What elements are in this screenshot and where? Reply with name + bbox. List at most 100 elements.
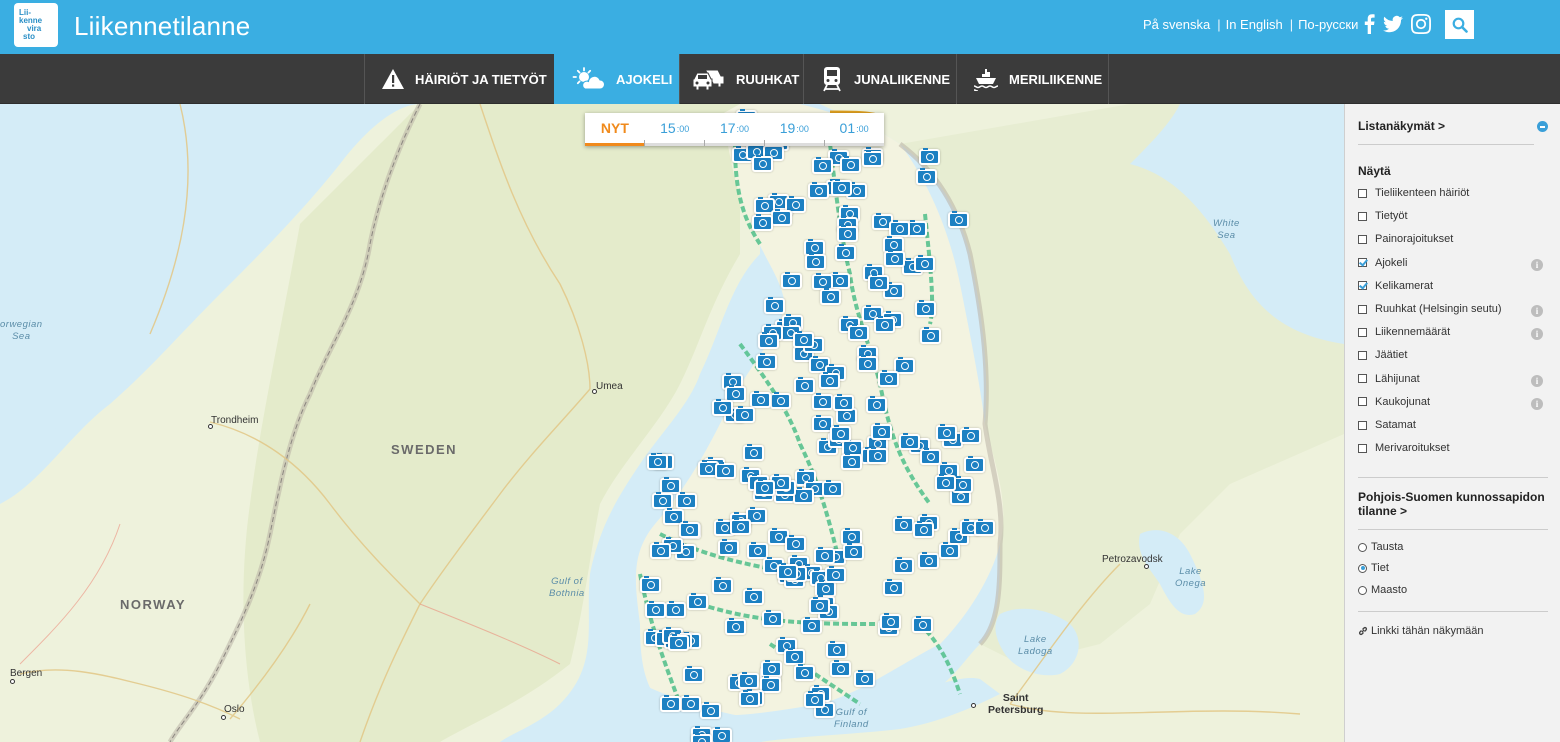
layer-checkbox[interactable] xyxy=(1358,420,1367,430)
camera-icon[interactable] xyxy=(878,370,899,387)
camera-icon[interactable] xyxy=(948,211,969,228)
camera-icon[interactable] xyxy=(960,427,981,444)
lang-swedish-link[interactable]: På svenska xyxy=(1143,17,1210,32)
camera-icon[interactable] xyxy=(687,593,708,610)
camera-icon[interactable] xyxy=(785,535,806,552)
camera-icon[interactable] xyxy=(770,392,791,409)
facebook-icon[interactable] xyxy=(1360,14,1380,34)
maintenance-status-link[interactable]: Pohjois-Suomen kunnossapidon tilanne > xyxy=(1358,490,1545,518)
camera-icon[interactable] xyxy=(843,543,864,560)
camera-icon[interactable] xyxy=(660,695,681,712)
layer-checkbox[interactable] xyxy=(1358,374,1367,384)
layer-checkbox[interactable] xyxy=(1358,211,1367,221)
camera-icon[interactable] xyxy=(801,617,822,634)
camera-icon[interactable] xyxy=(964,456,985,473)
camera-icon[interactable] xyxy=(814,547,835,564)
time-tab-01[interactable]: 01:00 xyxy=(824,113,884,143)
camera-icon[interactable] xyxy=(889,220,910,237)
time-tab-17[interactable]: 17:00 xyxy=(705,113,765,143)
camera-icon[interactable] xyxy=(712,577,733,594)
camera-icon[interactable] xyxy=(822,480,843,497)
camera-icon[interactable] xyxy=(935,474,956,491)
camera-icon[interactable] xyxy=(830,660,851,677)
camera-icon[interactable] xyxy=(660,477,681,494)
lang-english-link[interactable]: In English xyxy=(1226,17,1283,32)
camera-icon[interactable] xyxy=(784,648,805,665)
camera-icon[interactable] xyxy=(826,641,847,658)
nav-tab-disruptions[interactable]: HÄIRIÖT JA TIETYÖT xyxy=(364,54,554,104)
layer-option[interactable]: Lähijunat xyxy=(1358,373,1420,385)
camera-icon[interactable] xyxy=(884,250,905,267)
camera-icon[interactable] xyxy=(752,214,773,231)
layer-option[interactable]: Ajokeli xyxy=(1358,257,1407,269)
camera-icon[interactable] xyxy=(812,273,833,290)
camera-icon[interactable] xyxy=(777,563,798,580)
radio-button[interactable] xyxy=(1358,563,1367,573)
camera-icon[interactable] xyxy=(668,634,689,651)
camera-icon[interactable] xyxy=(830,425,851,442)
layer-option[interactable]: Jäätiet xyxy=(1358,349,1407,361)
layer-checkbox[interactable] xyxy=(1358,443,1367,453)
layer-checkbox[interactable] xyxy=(1358,234,1367,244)
lang-russian-link[interactable]: По-русски xyxy=(1298,17,1358,32)
basemap-option-maasto[interactable]: Maasto xyxy=(1358,584,1407,596)
search-button[interactable] xyxy=(1445,10,1474,39)
camera-icon[interactable] xyxy=(812,157,833,174)
list-views-link[interactable]: Listanäkymät > xyxy=(1358,119,1445,133)
nav-tab-road-weather[interactable]: AJOKELI xyxy=(554,54,679,104)
info-icon[interactable]: i xyxy=(1531,374,1543,387)
camera-icon[interactable] xyxy=(665,601,686,618)
camera-icon[interactable] xyxy=(754,479,775,496)
camera-icon[interactable] xyxy=(880,613,901,630)
nav-tab-trains[interactable]: JUNALIIKENNE xyxy=(803,54,956,104)
camera-icon[interactable] xyxy=(883,579,904,596)
camera-icon[interactable] xyxy=(676,492,697,509)
camera-icon[interactable] xyxy=(793,331,814,348)
layer-checkbox[interactable] xyxy=(1358,327,1367,337)
time-tab-19[interactable]: 19:00 xyxy=(764,113,824,143)
info-icon[interactable]: i xyxy=(1531,305,1543,317)
camera-icon[interactable] xyxy=(893,557,914,574)
camera-icon[interactable] xyxy=(752,155,773,172)
camera-icon[interactable] xyxy=(730,518,751,535)
camera-icon[interactable] xyxy=(781,272,802,289)
layer-option[interactable]: Kaukojunat xyxy=(1358,396,1430,408)
layer-checkbox[interactable] xyxy=(1358,258,1367,268)
camera-icon[interactable] xyxy=(939,542,960,559)
basemap-option-tausta[interactable]: Tausta xyxy=(1358,541,1403,553)
layer-checkbox[interactable] xyxy=(1358,397,1367,407)
camera-icon[interactable] xyxy=(805,253,826,270)
camera-icon[interactable] xyxy=(650,542,671,559)
layer-checkbox[interactable] xyxy=(1358,350,1367,360)
camera-icon[interactable] xyxy=(794,664,815,681)
camera-icon[interactable] xyxy=(841,453,862,470)
camera-icon[interactable] xyxy=(867,447,888,464)
camera-icon[interactable] xyxy=(862,150,883,167)
camera-icon[interactable] xyxy=(743,444,764,461)
camera-icon[interactable] xyxy=(738,672,759,689)
layer-checkbox[interactable] xyxy=(1358,188,1367,198)
camera-icon[interactable] xyxy=(718,539,739,556)
camera-icon[interactable] xyxy=(645,601,666,618)
collapse-icon[interactable] xyxy=(1537,121,1548,132)
camera-icon[interactable] xyxy=(837,225,858,242)
camera-icon[interactable] xyxy=(808,182,829,199)
camera-icon[interactable] xyxy=(652,492,673,509)
layer-option[interactable]: Tieliikenteen häiriöt xyxy=(1358,187,1469,199)
camera-icon[interactable] xyxy=(734,406,755,423)
camera-icon[interactable] xyxy=(680,695,701,712)
camera-icon[interactable] xyxy=(831,179,852,196)
camera-icon[interactable] xyxy=(919,148,940,165)
map-view[interactable]: orwegian Sea White Sea Trondheim Umea SWED… xyxy=(0,104,1344,742)
camera-icon[interactable] xyxy=(715,462,736,479)
layer-option[interactable]: Kelikamerat xyxy=(1358,280,1433,292)
radio-button[interactable] xyxy=(1358,542,1367,552)
camera-icon[interactable] xyxy=(761,660,782,677)
camera-icon[interactable] xyxy=(812,393,833,410)
time-tab-now[interactable]: NYT xyxy=(585,113,645,146)
camera-icon[interactable] xyxy=(918,552,939,569)
camera-icon[interactable] xyxy=(712,399,733,416)
camera-icon[interactable] xyxy=(794,377,815,394)
layer-checkbox[interactable] xyxy=(1358,304,1367,314)
camera-icon[interactable] xyxy=(871,423,892,440)
